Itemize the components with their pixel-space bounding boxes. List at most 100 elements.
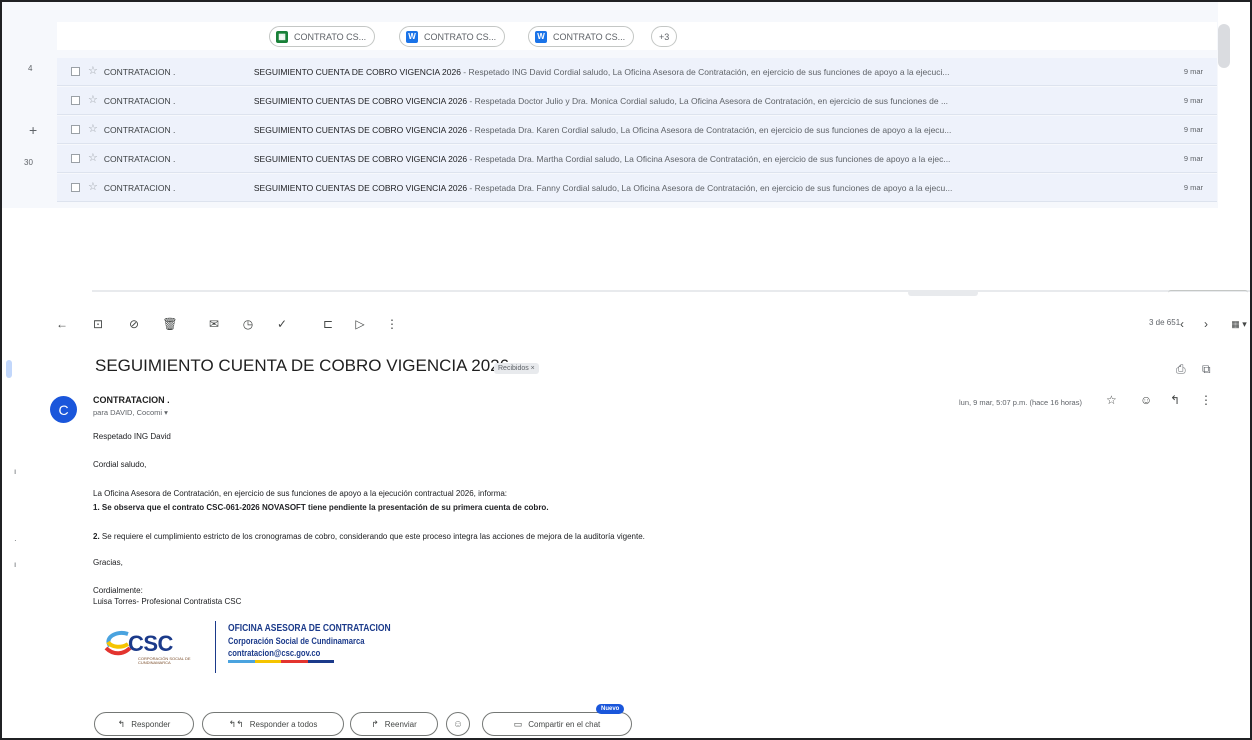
email-sender: CONTRATACION . [103, 66, 176, 77]
side-marker: · [14, 536, 17, 545]
reply-icon[interactable]: ↰ [1170, 393, 1180, 407]
checkbox[interactable] [71, 125, 80, 134]
email-sender: CONTRATACION . [103, 182, 176, 193]
divider [92, 290, 1250, 292]
email-subject-snippet: SEGUIMIENTO CUENTA DE COBRO VIGENCIA 202… [253, 66, 950, 77]
sheets-icon: ▦ [276, 30, 288, 43]
recipients[interactable]: para DAVID, Cocomi ▾ [93, 408, 168, 417]
reply-icon: ↰ [117, 718, 126, 729]
checkbox[interactable] [71, 67, 80, 76]
email-subject-snippet: SEGUIMIENTO CUENTAS DE COBRO VIGENCIA 20… [253, 182, 953, 193]
docs-icon: W [535, 30, 547, 43]
attachment-chip[interactable]: W CONTRATO CS... [528, 26, 635, 47]
next-icon[interactable]: › [1196, 314, 1216, 334]
sender-name[interactable]: CONTRATACION . [93, 395, 170, 405]
divider [1168, 290, 1248, 296]
star-icon[interactable]: ☆ [88, 153, 98, 164]
label-chip[interactable]: Recibidos × [494, 363, 539, 374]
message-subject: SEGUIMIENTO CUENTA DE COBRO VIGENCIA 202… [95, 356, 510, 375]
more-vert-icon[interactable]: ⋮ [1200, 393, 1212, 407]
print-icon[interactable]: ⎙ [1176, 362, 1186, 377]
greeting: Respetado ING David [93, 432, 171, 441]
email-date: 9 mar [1183, 154, 1203, 163]
signature-org: Corporación Social de Cundinamarca [228, 636, 365, 646]
move-to-icon[interactable]: ⊏ [318, 314, 338, 334]
email-date: 9 mar [1183, 183, 1203, 192]
reply-button[interactable]: ↰ Responder [94, 712, 194, 736]
attachment-label: CONTRATO CS... [553, 31, 626, 42]
more-attachments-count: +3 [659, 31, 670, 42]
checkbox[interactable] [71, 96, 80, 105]
message-toolbar: ← ⊡ ⊘ 🗑 ✉ ◷ ✓ ⊏ ▷ ⋮ 3 de 651 ‹ › ▦ ▾ [52, 314, 1247, 338]
star-icon[interactable]: ☆ [88, 95, 98, 106]
delete-icon[interactable]: 🗑 [160, 314, 180, 334]
input-tools-icon[interactable]: ▦ ▾ [1224, 314, 1250, 334]
label-icon[interactable]: ▷ [350, 314, 370, 334]
divider [908, 290, 978, 296]
email-subject-snippet: SEGUIMIENTO CUENTAS DE COBRO VIGENCIA 20… [253, 95, 949, 106]
prev-icon[interactable]: ‹ [1172, 314, 1192, 334]
emoji-reaction-button[interactable]: ☺ [446, 712, 470, 736]
report-spam-icon[interactable]: ⊘ [124, 314, 144, 334]
inbox-list: ▦ CONTRATO CS... W CONTRATO CS... W CONT… [2, 2, 1218, 208]
forward-button[interactable]: ↱ Reenviar [350, 712, 438, 736]
csc-logo-text: CSC [128, 631, 173, 656]
back-arrow-icon[interactable]: ← [52, 314, 72, 334]
email-sender: CONTRATACION . [103, 124, 176, 135]
closing: Cordialmente: [93, 586, 143, 595]
salutation: Cordial saludo, [93, 460, 147, 469]
email-subject-snippet: SEGUIMIENTO CUENTAS DE COBRO VIGENCIA 20… [253, 153, 951, 164]
signature-email: contratacion@csc.gov.co [228, 648, 321, 658]
more-attachments-chip[interactable]: +3 [651, 26, 678, 47]
message-date: lun, 9 mar, 5:07 p.m. (hace 16 horas) [959, 398, 1082, 407]
thanks: Gracias, [93, 558, 123, 567]
docs-icon: W [406, 30, 418, 43]
email-sender: CONTRATACION . [103, 153, 176, 164]
open-new-window-icon[interactable]: ⧉ [1202, 362, 1211, 377]
attachment-chip[interactable]: ▦ CONTRATO CS... [269, 26, 376, 47]
intro-paragraph: La Oficina Asesora de Contratación, en e… [93, 489, 508, 498]
emoji-icon: ☺ [452, 718, 464, 730]
star-icon[interactable]: ☆ [88, 182, 98, 193]
email-row[interactable]: ☆ CONTRATACION . SEGUIMIENTO CUENTA DE C… [57, 58, 1217, 86]
add-task-icon[interactable]: ✓ [272, 314, 292, 334]
reply-all-icon: ↰↰ [228, 718, 244, 729]
side-count: 30 [24, 158, 33, 167]
email-row[interactable]: ☆ CONTRATACION . SEGUIMIENTO CUENTAS DE … [57, 174, 1217, 202]
signer: Luisa Torres- Profesional Contratista CS… [93, 597, 242, 606]
star-icon[interactable]: ☆ [88, 66, 98, 77]
avatar[interactable]: C [50, 396, 77, 423]
email-subject-snippet: SEGUIMIENTO CUENTAS DE COBRO VIGENCIA 20… [253, 124, 952, 135]
side-count: 4 [28, 64, 33, 73]
snooze-icon[interactable]: ◷ [238, 314, 258, 334]
archive-icon[interactable]: ⊡ [88, 314, 108, 334]
forward-icon: ↱ [371, 718, 379, 729]
point-2: 2. Se requiere el cumplimiento estricto … [93, 532, 645, 541]
star-icon[interactable]: ☆ [88, 124, 98, 135]
reply-all-button[interactable]: ↰↰ Responder a todos [202, 712, 344, 736]
mark-unread-icon[interactable]: ✉ [204, 314, 224, 334]
attachment-row: ▦ CONTRATO CS... W CONTRATO CS... W CONT… [57, 22, 1217, 50]
email-date: 9 mar [1183, 67, 1203, 76]
side-panel-handle[interactable] [6, 360, 12, 378]
scrollbar[interactable] [1218, 24, 1230, 68]
side-marker: ı [14, 467, 17, 476]
checkbox[interactable] [71, 154, 80, 163]
divider [215, 621, 216, 673]
signature-block: CSC CORPORACIÓN SOCIAL DE CUNDINAMARCA O… [98, 619, 458, 677]
email-row[interactable]: ☆ CONTRATACION . SEGUIMIENTO CUENTAS DE … [57, 87, 1217, 115]
share-in-chat-button[interactable]: ▭ Compartir en el chat [482, 712, 632, 736]
csc-logo-subtitle: CORPORACIÓN SOCIAL DE CUNDINAMARCA [138, 656, 191, 665]
star-icon[interactable]: ☆ [1106, 393, 1117, 407]
compose-plus-icon[interactable]: + [29, 122, 37, 138]
email-row[interactable]: ☆ CONTRATACION . SEGUIMIENTO CUENTAS DE … [57, 116, 1217, 144]
point-1: 1. Se observa que el contrato CSC-061-20… [93, 503, 549, 512]
more-vert-icon[interactable]: ⋮ [382, 314, 402, 334]
checkbox[interactable] [71, 183, 80, 192]
signature-office: OFICINA ASESORA DE CONTRATACION [228, 623, 391, 634]
emoji-icon[interactable]: ☺ [1140, 393, 1152, 407]
attachment-chip[interactable]: W CONTRATO CS... [399, 26, 506, 47]
email-row[interactable]: ☆ CONTRATACION . SEGUIMIENTO CUENTAS DE … [57, 145, 1217, 173]
chat-icon: ▭ [513, 718, 523, 729]
attachment-label: CONTRATO CS... [424, 31, 497, 42]
